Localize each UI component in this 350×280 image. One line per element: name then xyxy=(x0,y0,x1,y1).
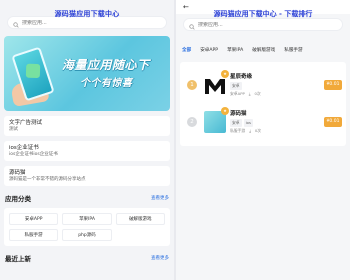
app-meta: 私服手游 ⤓ 0次 xyxy=(230,128,324,134)
category-grid: 安卓APP 苹果IPA 破解版游戏 私服手游 php源码 xyxy=(4,208,170,246)
download-count: 0次 xyxy=(254,127,262,133)
app-info: 源码猫 安卓 ios 私服手游 ⤓ 0次 xyxy=(230,110,324,134)
header: 源码猫应用下载中心 xyxy=(0,0,174,18)
tab-private-server[interactable]: 私服手游 xyxy=(284,47,302,53)
download-icon: ⤓ xyxy=(249,127,251,133)
search-input[interactable] xyxy=(22,19,152,26)
price-button[interactable]: ¥0.01 xyxy=(324,116,342,127)
banner-subline: 个个有惊喜 xyxy=(80,78,133,89)
platform-tag: 安卓 xyxy=(230,81,242,90)
platform-tag: 安卓 xyxy=(230,118,242,127)
category-cracked-games[interactable]: 破解版游戏 xyxy=(115,213,165,225)
arrow-left-icon[interactable]: ← xyxy=(183,3,189,11)
app-info: 星辰奇缘 安卓 安卓APP ⤓ 0次 xyxy=(230,73,324,97)
app-category: 私服手游 xyxy=(230,127,246,133)
notice-card[interactable]: 文字广告测试 测试 xyxy=(4,116,170,136)
view-more-link[interactable]: 查看更多 xyxy=(151,195,169,201)
app-meta: 安卓APP ⤓ 0次 xyxy=(230,91,324,97)
app-thumbnail: ★ xyxy=(204,69,229,96)
notice-card[interactable]: 源码猫 源码猫是一个非常不错的源码分享站点 xyxy=(4,166,170,186)
tab-android-app[interactable]: 安卓APP xyxy=(200,47,218,53)
latest-section-header: 最近上新 查看更多 xyxy=(5,253,169,263)
banner-headline: 海量应用随心下 xyxy=(62,58,150,72)
tab-ios-ipa[interactable]: 苹果IPA xyxy=(227,47,243,53)
rank-badge-icon: ★ xyxy=(221,69,229,78)
notice-title: 源码猫 xyxy=(9,170,26,176)
page-title: 源码猫应用下载中心 - 下载排行 xyxy=(213,10,313,18)
tag-row: 安卓 xyxy=(230,81,324,90)
tab-all[interactable]: 全部 xyxy=(182,47,191,53)
notice-subtitle: ios企业证书ios企业证书 xyxy=(9,152,58,157)
notice-title: ios企业证书 xyxy=(9,145,39,151)
category-php-source[interactable]: php源码 xyxy=(62,229,112,241)
section-title: 最近上新 xyxy=(5,255,31,263)
app-name: 星辰奇缘 xyxy=(230,73,253,80)
page-title: 源码猫应用下载中心 xyxy=(54,10,120,18)
notice-title: 文字广告测试 xyxy=(9,120,43,126)
notice-subtitle: 测试 xyxy=(9,127,18,132)
list-item[interactable]: 1 ★ 星辰奇缘 安卓 安卓APP ⤓ 0次 ¥0.01 xyxy=(184,68,342,101)
category-private-server[interactable]: 私服手游 xyxy=(9,229,59,241)
tag-row: 安卓 ios xyxy=(230,118,324,127)
search-icon xyxy=(189,15,195,34)
platform-tag: ios xyxy=(243,118,253,127)
search-icon xyxy=(13,13,19,32)
category-android-app[interactable]: 安卓APP xyxy=(9,213,59,225)
section-title: 应用分类 xyxy=(5,195,31,203)
ranking-screen: ← 源码猫应用下载中心 - 下载排行 全部 安卓APP 苹果IPA 破解版游戏 … xyxy=(176,0,350,280)
list-item[interactable]: 2 ★ 源码猫 安卓 ios 私服手游 ⤓ 0次 ¥0.01 xyxy=(184,105,342,138)
price-button[interactable]: ¥0.01 xyxy=(324,79,342,90)
rank-number: 1 xyxy=(187,79,197,90)
download-icon: ⤓ xyxy=(248,90,251,96)
rank-badge-icon: ★ xyxy=(221,106,229,115)
search-bar[interactable] xyxy=(183,18,343,31)
search-input[interactable] xyxy=(198,21,328,28)
promo-banner[interactable]: 海量应用随心下 个个有惊喜 xyxy=(4,36,170,111)
app-category: 安卓APP xyxy=(230,90,245,96)
view-more-link[interactable]: 查看更多 xyxy=(151,255,169,261)
home-screen: 源码猫应用下载中心 海量应用随心下 个个有惊喜 文字广告测试 测试 ios企业证… xyxy=(0,0,174,280)
category-section-header: 应用分类 查看更多 xyxy=(5,193,169,203)
category-ios-ipa[interactable]: 苹果IPA xyxy=(62,213,112,225)
app-name: 源码猫 xyxy=(230,110,247,117)
app-thumbnail: ★ xyxy=(204,106,229,133)
notice-card[interactable]: ios企业证书 ios企业证书ios企业证书 xyxy=(4,141,170,161)
header: ← 源码猫应用下载中心 - 下载排行 xyxy=(176,0,350,18)
rank-number: 2 xyxy=(187,116,197,127)
ranking-list: 1 ★ 星辰奇缘 安卓 安卓APP ⤓ 0次 ¥0.01 2 ★ 源码猫 安卓 … xyxy=(180,62,346,146)
m-logo-icon xyxy=(205,78,225,94)
download-count: 0次 xyxy=(254,90,261,96)
tab-cracked-games[interactable]: 破解版游戏 xyxy=(252,47,275,53)
category-tabs: 全部 安卓APP 苹果IPA 破解版游戏 私服手游 xyxy=(182,47,346,53)
notice-subtitle: 源码猫是一个非常不错的源码分享站点 xyxy=(9,177,86,182)
